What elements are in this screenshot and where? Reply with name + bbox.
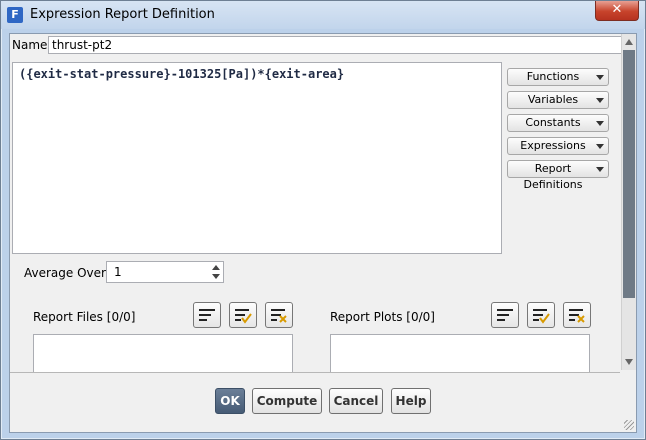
compute-button[interactable]: Compute: [252, 388, 322, 414]
list-check-icon: [235, 309, 252, 324]
average-over-spinner[interactable]: 1: [106, 261, 224, 283]
spin-down-icon[interactable]: [212, 274, 220, 279]
report-plots-label: Report Plots [0/0]: [330, 310, 435, 324]
report-files-select-all-button[interactable]: [229, 302, 257, 328]
report-files-deselect-button[interactable]: [265, 302, 293, 328]
help-button[interactable]: Help: [391, 388, 431, 414]
constants-dropdown[interactable]: Constants: [507, 114, 609, 132]
dialog-body: Name thrust-pt2 ({exit-stat-pressure}-10…: [9, 33, 637, 433]
title-bar[interactable]: F Expression Report Definition ✕: [1, 1, 645, 29]
app-icon: F: [7, 7, 23, 23]
chevron-down-icon: [596, 75, 604, 80]
report-definitions-label: Report Definitions: [523, 162, 583, 191]
expressions-dropdown[interactable]: Expressions: [507, 137, 609, 155]
list-x-icon: [271, 309, 287, 323]
scroll-up-icon[interactable]: [625, 39, 633, 45]
button-separator: [10, 372, 620, 373]
variables-dropdown[interactable]: Variables: [507, 91, 609, 109]
report-plots-deselect-button[interactable]: [563, 302, 591, 328]
constants-label: Constants: [525, 116, 581, 129]
scrollbar-thumb[interactable]: [623, 50, 635, 298]
functions-label: Functions: [526, 70, 580, 83]
report-files-count: [0/0]: [106, 310, 136, 324]
report-files-label: Report Files [0/0]: [33, 310, 135, 324]
report-definitions-dropdown[interactable]: Report Definitions: [507, 160, 609, 191]
list-check-icon: [533, 309, 550, 324]
report-plots-list[interactable]: [330, 334, 590, 373]
window-title: Expression Report Definition: [30, 7, 215, 22]
list-icon: [199, 309, 215, 321]
report-plots-select-all-button[interactable]: [527, 302, 555, 328]
resize-grip[interactable]: [624, 420, 634, 430]
expression-text: ({exit-stat-pressure}-101325[Pa])*{exit-…: [19, 67, 345, 81]
chevron-down-icon: [596, 98, 604, 103]
dialog-window: F Expression Report Definition ✕ Name th…: [0, 0, 646, 440]
cancel-button[interactable]: Cancel: [329, 388, 383, 414]
name-input[interactable]: thrust-pt2: [48, 36, 626, 54]
expression-editor[interactable]: ({exit-stat-pressure}-101325[Pa])*{exit-…: [12, 62, 502, 254]
name-label: Name: [12, 38, 48, 52]
list-x-icon: [569, 309, 585, 323]
report-files-select-button[interactable]: [193, 302, 221, 328]
list-icon: [497, 309, 513, 321]
expressions-label: Expressions: [520, 139, 586, 152]
average-over-label: Average Over: [24, 266, 106, 280]
scroll-down-icon[interactable]: [625, 359, 633, 365]
close-button[interactable]: ✕: [595, 1, 639, 21]
chevron-down-icon: [596, 144, 604, 149]
report-files-list[interactable]: [33, 334, 293, 373]
chevron-down-icon: [596, 121, 604, 126]
variables-label: Variables: [527, 93, 579, 106]
ok-button[interactable]: OK: [215, 388, 245, 414]
spin-up-icon[interactable]: [212, 265, 220, 270]
vertical-scrollbar[interactable]: [621, 34, 636, 370]
functions-dropdown[interactable]: Functions: [507, 68, 609, 86]
report-plots-title: Report Plots: [330, 310, 403, 324]
chevron-down-icon: [596, 167, 604, 172]
report-plots-count: [0/0]: [406, 310, 435, 324]
report-files-title: Report Files: [33, 310, 103, 324]
report-plots-select-button[interactable]: [491, 302, 519, 328]
average-over-value: 1: [114, 265, 122, 279]
